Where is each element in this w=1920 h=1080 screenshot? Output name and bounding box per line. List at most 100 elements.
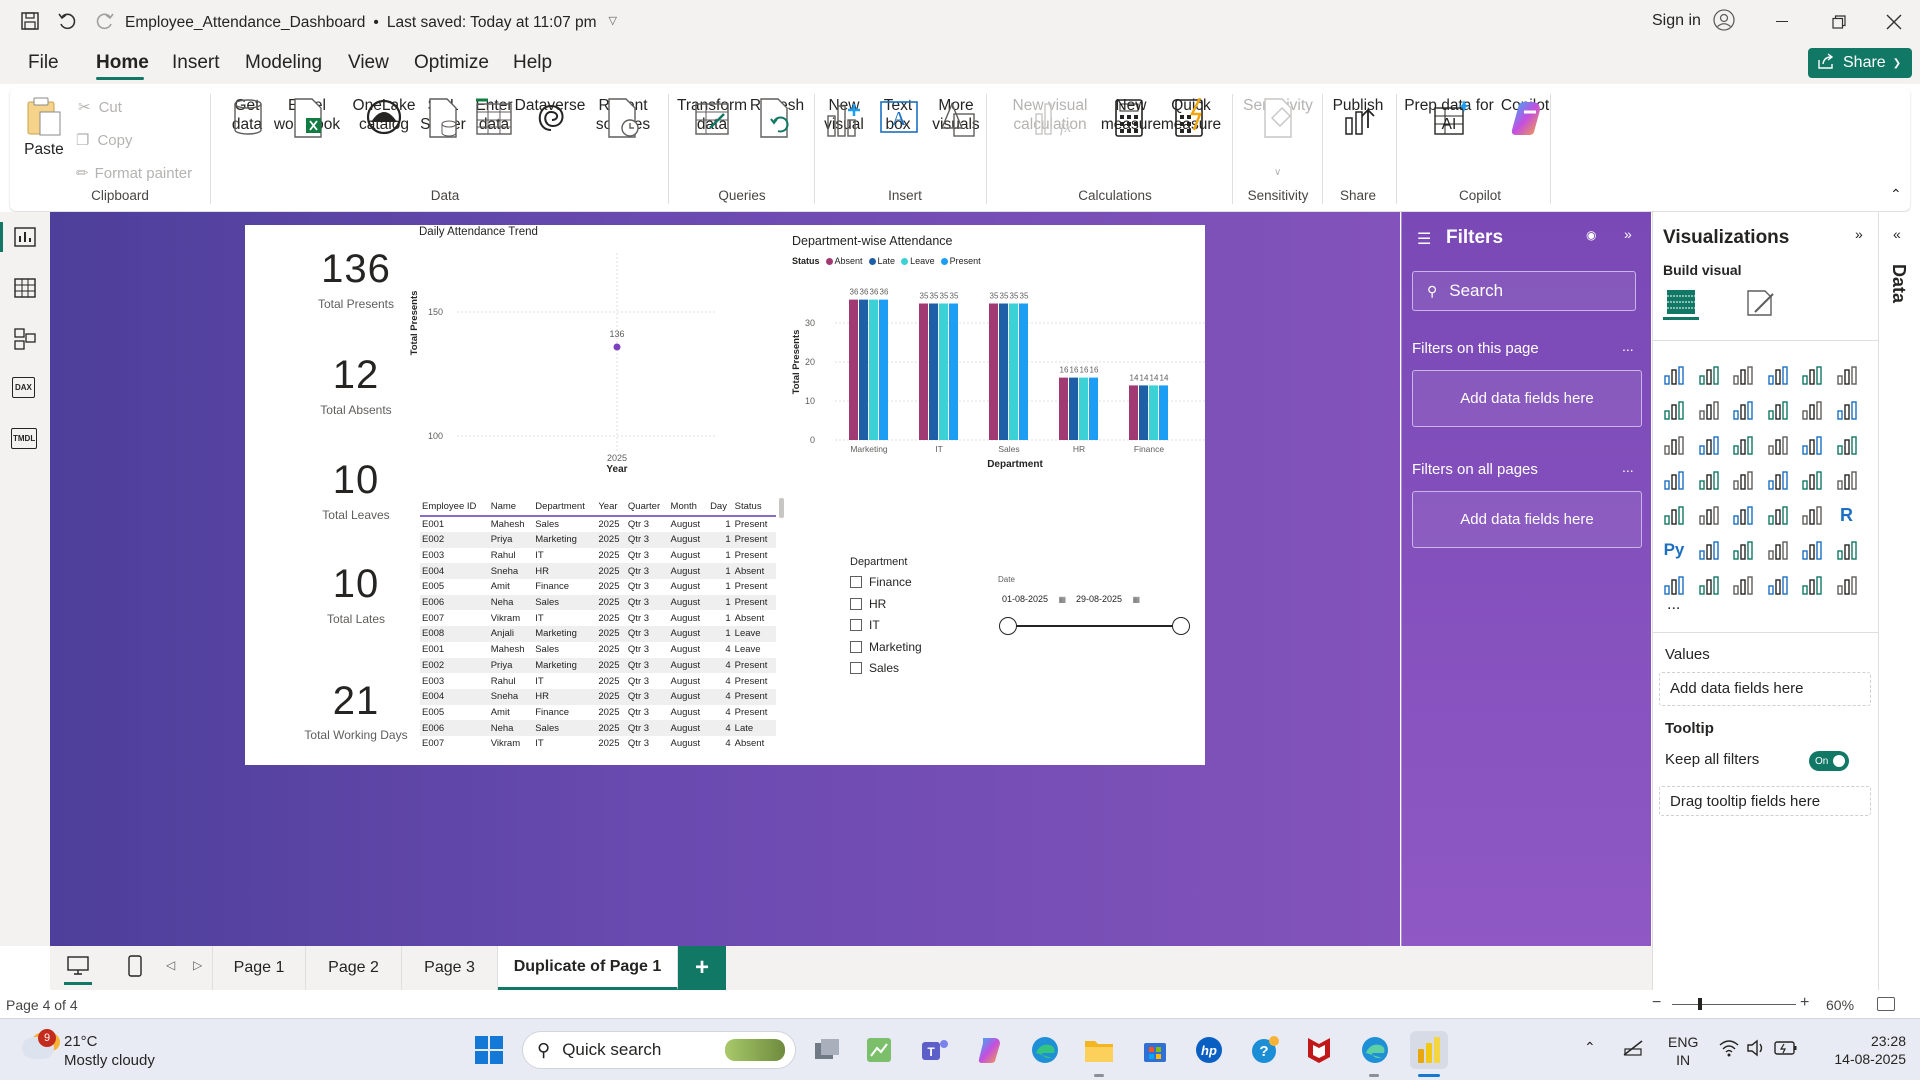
100-bar-visual-icon[interactable] — [1799, 362, 1825, 388]
menu-file[interactable]: File — [28, 52, 59, 74]
eye-icon[interactable]: ◉ — [1586, 228, 1596, 242]
mobile-layout-icon[interactable] — [128, 955, 142, 982]
multi-row-card-visual-icon[interactable] — [1661, 502, 1687, 528]
table-row[interactable]: E001 Mahesh Sales 2025 Qtr 3 August 1 Present — [420, 516, 776, 532]
bar-present-sales[interactable] — [1019, 303, 1028, 441]
bar-absent-marketing[interactable] — [849, 299, 858, 440]
bar-late-sales[interactable] — [999, 303, 1008, 441]
card-visual-icon[interactable] — [1834, 467, 1860, 493]
bar-absent-it[interactable] — [919, 303, 928, 441]
fit-to-page-icon[interactable] — [1877, 997, 1895, 1011]
tab-page-1[interactable]: Page 1 — [212, 946, 306, 990]
100-column-visual-icon[interactable] — [1834, 362, 1860, 388]
slicer-visual-icon[interactable] — [1730, 502, 1756, 528]
more-visuals-ellipsis[interactable]: ... — [1667, 596, 1680, 614]
bar-leave-it[interactable] — [939, 303, 948, 441]
shape-map-visual-icon[interactable] — [1730, 467, 1756, 493]
table-row[interactable]: E005 Amit Finance 2025 Qtr 3 August 4 Present — [420, 705, 776, 721]
department-slicer-item[interactable]: Sales — [850, 661, 899, 675]
bar-absent-hr[interactable] — [1059, 377, 1068, 440]
table-row[interactable]: E007 Vikram IT 2025 Qtr 3 August 1 Absent — [420, 610, 776, 626]
bar-late-it[interactable] — [929, 303, 938, 441]
date-range-end-handle[interactable] — [1172, 617, 1190, 635]
metrics-visual-icon[interactable] — [1834, 537, 1860, 563]
bar-leave-sales[interactable] — [1009, 303, 1018, 441]
key-influencers-visual-icon[interactable] — [1696, 537, 1722, 563]
checkbox[interactable] — [850, 619, 862, 631]
line-stacked-column-visual-icon[interactable] — [1834, 397, 1860, 423]
windows-start-icon[interactable] — [470, 1031, 508, 1069]
table-row[interactable]: E002 Priya Marketing 2025 Qtr 3 August 1 Presen… — [420, 532, 776, 548]
restore-icon[interactable] — [1832, 15, 1846, 29]
table-header-cell[interactable]: Quarter — [625, 498, 669, 517]
qna-visual-icon[interactable] — [1765, 537, 1791, 563]
date-end-input[interactable]: 29-08-2025 ▦ — [1072, 590, 1144, 608]
checkbox[interactable] — [850, 576, 862, 588]
fabric-visual-icon[interactable] — [1799, 572, 1825, 598]
table-row[interactable]: E004 Sneha HR 2025 Qtr 3 August 4 Present — [420, 688, 776, 705]
table-header-cell[interactable]: Year — [596, 498, 626, 517]
department-bar-chart[interactable]: 0102030Total Presents36 36 36 36Marketing35… — [785, 269, 1205, 489]
tab-page-3[interactable]: Page 3 — [402, 946, 498, 990]
table-header-cell[interactable]: Name — [488, 498, 534, 517]
edge-icon[interactable] — [1026, 1031, 1064, 1069]
minimize-icon[interactable] — [1776, 21, 1788, 22]
file-name[interactable]: Employee_Attendance_Dashboard — [125, 14, 365, 32]
gauge-visual-icon[interactable] — [1799, 467, 1825, 493]
pie-visual-icon[interactable] — [1765, 432, 1791, 458]
bar-present-it[interactable] — [949, 303, 958, 441]
treemap-visual-icon[interactable] — [1834, 432, 1860, 458]
language-indicator[interactable]: ENG IN — [1668, 1033, 1698, 1069]
scatter-visual-icon[interactable] — [1730, 432, 1756, 458]
share-button[interactable]: Share ❯ — [1808, 48, 1912, 78]
legend-item-present[interactable]: Present — [940, 256, 981, 266]
table-row[interactable]: E003 Rahul IT 2025 Qtr 3 August 1 Present — [420, 548, 776, 564]
menu-view[interactable]: View — [348, 52, 389, 74]
checkbox[interactable] — [850, 662, 862, 674]
values-dropzone[interactable]: Add data fields here — [1659, 672, 1871, 706]
bar-leave-finance[interactable] — [1149, 385, 1158, 440]
table-header-cell[interactable]: Month — [668, 498, 709, 517]
kpi-visual-icon[interactable] — [1696, 502, 1722, 528]
paste-button[interactable]: Paste — [24, 96, 64, 159]
bar-late-marketing[interactable] — [859, 299, 868, 440]
format-painter-button[interactable]: ✏ Format painter — [76, 164, 192, 182]
table-row[interactable]: E006 Neha Sales 2025 Qtr 3 August 1 Present — [420, 594, 776, 611]
hp-icon[interactable]: hp — [1190, 1031, 1228, 1069]
table-scrollbar[interactable] — [779, 498, 784, 518]
bar-absent-sales[interactable] — [989, 303, 998, 441]
powerapps-visual-icon[interactable] — [1696, 572, 1722, 598]
zoom-slider-track[interactable] — [1672, 1004, 1796, 1005]
department-slicer-item[interactable]: HR — [850, 597, 886, 611]
build-visual-tab[interactable] — [1663, 286, 1699, 320]
zoom-out-button[interactable]: − — [1652, 994, 1661, 1012]
table-header-cell[interactable]: Employee ID — [420, 498, 489, 517]
menu-optimize[interactable]: Optimize — [414, 52, 489, 74]
power-automate-visual-icon[interactable] — [1730, 572, 1756, 598]
task-view-icon[interactable] — [808, 1031, 846, 1069]
microsoft-store-icon[interactable] — [1136, 1031, 1174, 1069]
collapse-ribbon-icon[interactable]: ⌃ — [1890, 186, 1902, 203]
add-page-button[interactable]: + — [678, 946, 726, 990]
line-visual-icon[interactable] — [1661, 397, 1687, 423]
filled-map-visual-icon[interactable] — [1696, 467, 1722, 493]
area-visual-icon[interactable] — [1696, 397, 1722, 423]
bar-leave-marketing[interactable] — [869, 299, 878, 440]
zoom-in-button[interactable]: + — [1800, 994, 1809, 1012]
table-header-cell[interactable]: Day — [708, 498, 733, 517]
more-options-icon[interactable]: ... — [1622, 459, 1634, 475]
file-explorer-icon[interactable] — [1080, 1031, 1118, 1069]
tooltip-dropzone[interactable]: Drag tooltip fields here — [1659, 786, 1871, 816]
bar-present-hr[interactable] — [1089, 377, 1098, 440]
menu-home[interactable]: Home — [96, 52, 149, 74]
power-bi-icon[interactable] — [1410, 1031, 1448, 1069]
table-row[interactable]: E006 Neha Sales 2025 Qtr 3 August 4 Late — [420, 720, 776, 736]
filters-on-all-pages-dropzone[interactable]: Add data fields here — [1412, 491, 1642, 548]
table-header-cell[interactable]: Department — [533, 498, 597, 517]
data-pane-collapsed[interactable]: « Data — [1878, 212, 1920, 1008]
tab-duplicate-of-page-1[interactable]: Duplicate of Page 1 — [498, 946, 678, 990]
table-row[interactable]: E002 Priya Marketing 2025 Qtr 3 August 4 Presen… — [420, 657, 776, 674]
previous-page-icon[interactable]: ◁ — [166, 958, 175, 972]
chrome-edge-icon[interactable] — [1356, 1031, 1394, 1069]
menu-help[interactable]: Help — [513, 52, 552, 74]
